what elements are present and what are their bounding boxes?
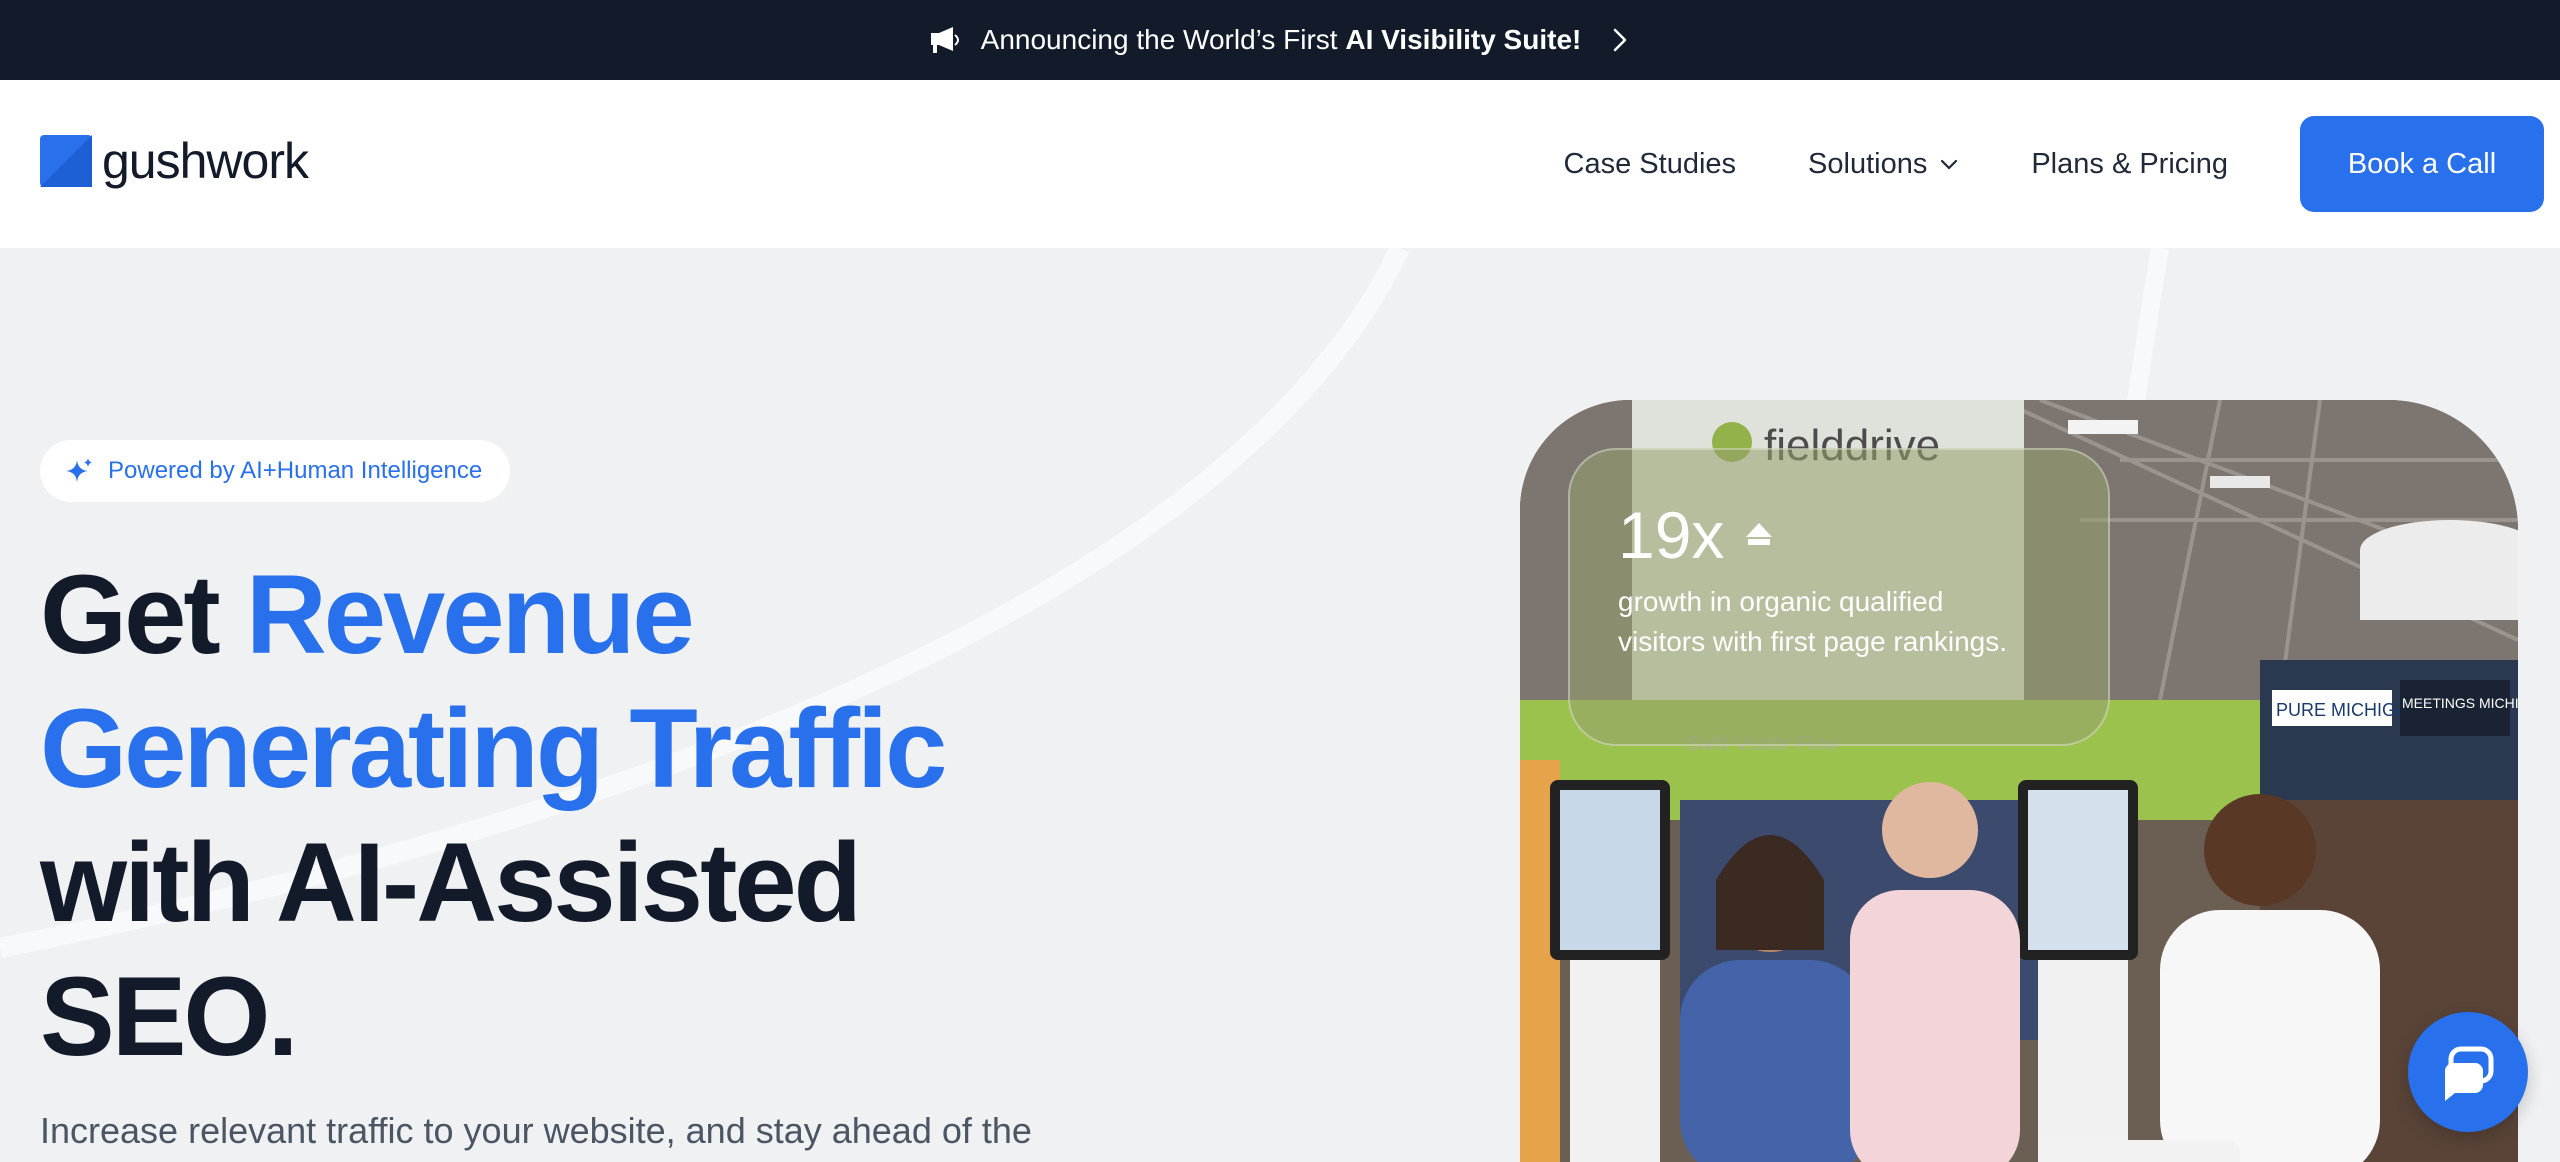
nav-plans-pricing[interactable]: Plans & Pricing [2031,148,2228,181]
headline-line-1: Get Revenue [40,548,1140,682]
chevron-right-icon [1614,28,1627,52]
sparkle-icon [66,458,92,482]
nav-case-studies-label: Case Studies [1563,147,1737,180]
arrow-up-icon [1746,523,1773,545]
main-nav: Case Studies Solutions Plans & Pricing B… [1564,116,2560,212]
nav-solutions-dropdown[interactable]: Solutions [1808,148,1959,181]
announcement-text: Announcing the World’s First AI Visibili… [981,24,1582,56]
sign-michigan: PURE MICHIGAN [2276,700,2421,720]
chat-bubble-icon [2445,1046,2494,1101]
hero-headline: Get Revenue Generating Traffic with AI-A… [40,548,1140,1084]
announcement-prefix: Announcing the World’s First [980,24,1338,55]
stat-value: 19x [1618,498,1725,572]
ai-badge: Powered by AI+Human Intelligence [40,440,511,502]
headline-get: Get [40,552,221,677]
announcement-highlight: AI Visibility Suite! [1345,24,1582,55]
book-a-call-label: Book a Call [2347,147,2497,180]
hero-subtext: Increase relevant traffic to your websit… [40,1110,1032,1151]
site-header: gushwork Case Studies Solutions Plans & … [0,80,2560,248]
megaphone-icon [930,27,959,53]
chevron-down-icon [1941,159,1958,170]
stat-value-row: 19x [1618,500,2060,570]
headline-line-2: Generating Traffic [40,686,947,811]
headline-revenue: Revenue [245,552,695,677]
sign-meetings: MEETINGS MICHIGAN [2402,695,2518,711]
headline-line-3: with AI-Assisted [40,820,862,945]
nav-plans-pricing-label: Plans & Pricing [2031,147,2228,180]
nav-solutions-label: Solutions [1808,147,1928,180]
nav-case-studies[interactable]: Case Studies [1564,148,1737,181]
stat-card: 19x growth in organic qualified visitors… [1568,448,2110,746]
book-a-call-button[interactable]: Book a Call [2300,116,2544,212]
logo[interactable]: gushwork [40,132,309,190]
logo-mark-icon [40,135,92,187]
headline-line-4: SEO. [40,954,299,1079]
stat-description: growth in organic qualified visitors wit… [1618,586,2008,657]
announcement-bar[interactable]: Announcing the World’s First AI Visibili… [0,0,2560,80]
chat-launcher-button[interactable] [2408,1012,2528,1132]
ai-badge-label: Powered by AI+Human Intelligence [108,457,483,484]
logo-text: gushwork [102,133,309,189]
